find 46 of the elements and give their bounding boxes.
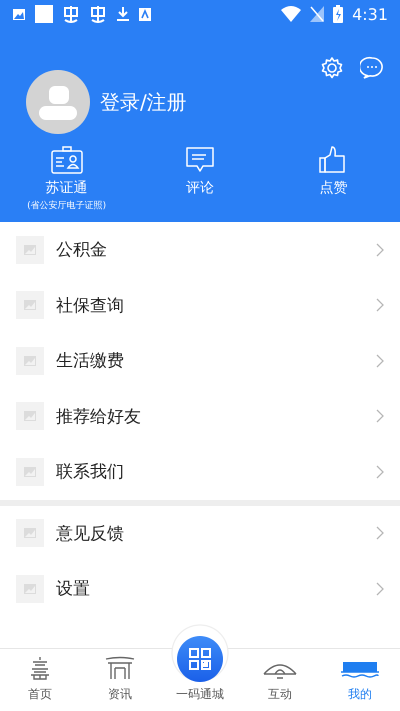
settings-icon[interactable]	[320, 56, 344, 80]
chevron-right-icon	[376, 242, 384, 257]
chevron-right-icon	[376, 582, 384, 596]
menu-item[interactable]: 公积金	[0, 222, 400, 278]
app-icon	[139, 8, 151, 20]
message-icon[interactable]	[360, 56, 384, 80]
id-card-icon[interactable]	[50, 146, 83, 174]
square-icon	[35, 5, 53, 23]
image-placeholder-icon	[16, 458, 44, 486]
image-placeholder-icon	[16, 519, 44, 548]
chevron-right-icon	[376, 409, 384, 424]
image-placeholder-icon	[16, 574, 44, 603]
menu-item[interactable]: 意见反馈	[0, 506, 400, 561]
chevron-right-icon	[376, 526, 384, 540]
action-caption: (省公安厅电子证照)	[27, 200, 106, 212]
qr-code-icon	[177, 636, 223, 682]
image-placeholder-icon	[16, 402, 44, 430]
wifi-icon	[281, 6, 302, 22]
status-time: 4:31	[352, 4, 388, 24]
image-placeholder-icon	[16, 236, 44, 264]
chevron-right-icon	[376, 298, 384, 312]
battery-icon	[333, 5, 344, 23]
image-placeholder-icon	[16, 291, 44, 320]
image-placeholder-icon	[16, 346, 44, 375]
chevron-right-icon	[376, 354, 384, 368]
no-signal-icon	[310, 6, 324, 22]
nav-tab[interactable]: 资讯	[80, 649, 160, 711]
action-label[interactable]: 评论	[186, 179, 214, 197]
action-label[interactable]: 点赞	[319, 179, 348, 197]
gate-icon	[105, 656, 135, 680]
nav-tab[interactable]: 我的	[320, 649, 400, 711]
menu-item[interactable]: 推荐给好友	[0, 388, 400, 444]
download-icon	[116, 6, 130, 22]
nav-tab[interactable]: 首页	[0, 649, 80, 711]
nav-tab[interactable]: 互动	[240, 649, 320, 711]
comment-icon[interactable]	[184, 146, 215, 174]
menu-item[interactable]: 联系我们	[0, 444, 400, 500]
login-link[interactable]: 登录/注册	[100, 88, 187, 116]
thumbs-up-icon[interactable]	[319, 146, 348, 174]
menu-item[interactable]: 生活缴费	[0, 333, 400, 388]
action-label[interactable]: 苏证通	[46, 179, 88, 197]
menu-item[interactable]: 设置	[0, 561, 400, 616]
menu-item[interactable]: 社保查询	[0, 278, 400, 333]
avatar-icon[interactable]	[26, 70, 90, 134]
image-icon	[12, 8, 26, 20]
chevron-right-icon	[376, 464, 384, 479]
